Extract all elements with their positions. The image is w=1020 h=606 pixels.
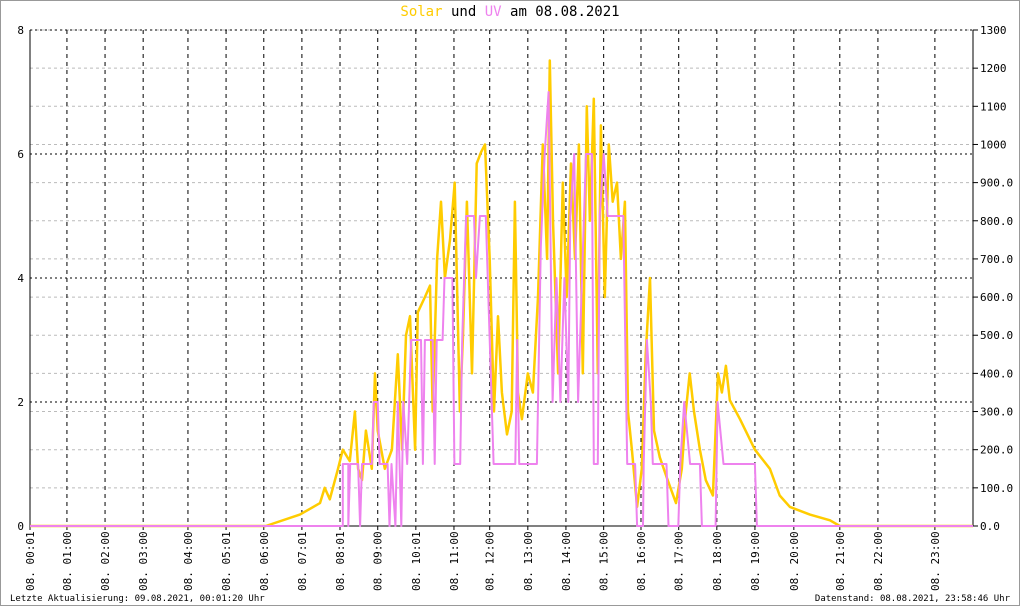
x-tick-label: 08. 22:00 [872,531,885,591]
x-tick-label: 08. 16:00 [635,531,648,591]
x-tick-label: 08. 14:00 [560,531,573,591]
left-tick-label: 2 [17,396,24,409]
x-tick-label: 08. 15:00 [598,531,611,591]
footer-last-update: Letzte Aktualisierung: 09.08.2021, 00:01… [10,594,265,604]
x-tick-label: 08. 09:00 [372,531,385,591]
x-tick-label: 08. 20:00 [788,531,801,591]
x-tick-label: 08. 13:00 [522,531,535,591]
right-tick-label: 1000 [980,138,1007,151]
right-tick-label: 900.0 [980,177,1013,190]
series-solar-line [30,59,973,528]
x-tick-label: 08. 19:00 [749,531,762,591]
series-uv-line [30,91,973,527]
x-tick-label: 08. 05:01 [220,531,233,591]
x-tick-label: 08. 02:00 [99,531,112,591]
x-tick-label: 08. 12:00 [484,531,497,591]
right-tick-label: 400.0 [980,367,1013,380]
chart-svg: 0.0100.0200.0300.0400.0500.0600.0700.080… [17,24,1013,591]
right-tick-label: 1200 [980,62,1007,75]
x-tick-label: 08. 01:00 [61,531,74,591]
x-tick-label: 08. 21:00 [834,531,847,591]
x-tick-label: 08. 17:00 [673,531,686,591]
right-tick-label: 200.0 [980,444,1013,457]
left-tick-label: 4 [17,272,24,285]
x-tick-label: 08. 11:00 [448,531,461,591]
x-tick-label: 08. 07:01 [296,531,309,591]
right-tick-label: 100.0 [980,482,1013,495]
left-tick-label: 0 [17,520,24,533]
right-tick-label: 700.0 [980,253,1013,266]
x-tick-label: 08. 10:01 [410,531,423,591]
left-tick-label: 6 [17,148,24,161]
x-tick-label: 08. 00:01 [24,531,37,591]
x-tick-label: 08. 18:00 [711,531,724,591]
x-tick-label: 08. 03:00 [137,531,150,591]
x-tick-label: 08. 06:00 [258,531,271,591]
right-tick-label: 0.0 [980,520,1000,533]
right-tick-label: 600.0 [980,291,1013,304]
footer-data-status: Datenstand: 08.08.2021, 23:58:46 Uhr [814,594,1010,604]
left-tick-label: 8 [17,24,24,37]
right-tick-label: 300.0 [980,406,1013,419]
right-tick-label: 500.0 [980,329,1013,342]
x-tick-label: 08. 23:00 [929,531,942,591]
right-tick-label: 1300 [980,24,1007,37]
right-tick-label: 1100 [980,100,1007,113]
x-tick-label: 08. 08:01 [334,531,347,591]
x-tick-label: 08. 04:00 [182,531,195,591]
right-tick-label: 800.0 [980,215,1013,228]
